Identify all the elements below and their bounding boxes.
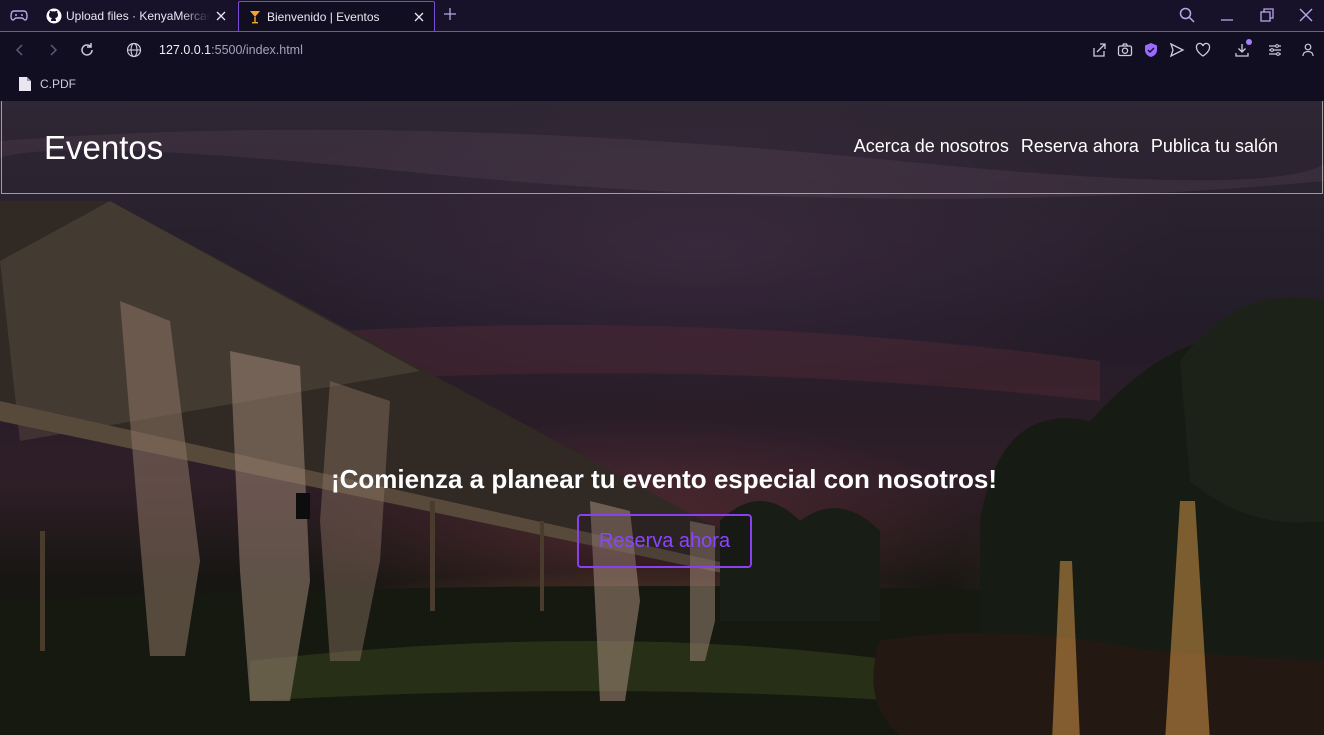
github-icon: [46, 8, 62, 24]
new-tab-icon[interactable]: [442, 6, 458, 22]
close-icon[interactable]: [214, 9, 228, 23]
bookmark-item[interactable]: C.PDF: [18, 76, 76, 92]
nav-link-reserva[interactable]: Reserva ahora: [1021, 136, 1139, 157]
search-tabs-icon[interactable]: [1178, 6, 1196, 24]
bookmarks-bar: C.PDF: [0, 69, 1324, 101]
document-icon: [19, 77, 31, 91]
nav-link-publica[interactable]: Publica tu salón: [1151, 136, 1278, 157]
cocktail-icon: [250, 10, 260, 23]
heart-icon[interactable]: [1195, 42, 1211, 58]
share-icon[interactable]: [1091, 42, 1107, 58]
reserve-now-button[interactable]: Reserva ahora: [577, 514, 752, 568]
forward-arrow-icon[interactable]: [45, 42, 61, 58]
bookmark-label: C.PDF: [40, 77, 76, 91]
browser-tab-bar: Upload files · KenyaMercado Bienvenido |…: [0, 0, 1324, 31]
settings-sliders-icon[interactable]: [1267, 42, 1283, 58]
back-arrow-icon[interactable]: [12, 42, 28, 58]
tab-upload-files[interactable]: Upload files · KenyaMercado: [38, 1, 236, 31]
address-bar[interactable]: 127.0.0.1:5500/index.html: [159, 43, 303, 57]
gamepad-icon[interactable]: [10, 7, 28, 23]
site-logo[interactable]: Eventos: [44, 129, 163, 167]
tab-bienvenido-eventos[interactable]: Bienvenido | Eventos: [238, 1, 435, 31]
site-header: Eventos Acerca de nosotros Reserva ahora…: [1, 101, 1323, 194]
restore-icon[interactable]: [1258, 6, 1276, 24]
vpn-shield-icon[interactable]: [1143, 42, 1159, 58]
site-nav: Acerca de nosotros Reserva ahora Publica…: [854, 136, 1278, 157]
tab-title: Bienvenido | Eventos: [267, 9, 380, 24]
web-page: Eventos Acerca de nosotros Reserva ahora…: [0, 101, 1324, 735]
download-badge: [1246, 39, 1252, 45]
hero-title: ¡Comienza a planear tu evento especial c…: [330, 464, 998, 494]
globe-icon[interactable]: [126, 42, 142, 58]
reload-icon[interactable]: [79, 42, 95, 58]
browser-toolbar: 127.0.0.1:5500/index.html: [0, 31, 1324, 69]
send-icon[interactable]: [1169, 42, 1185, 58]
url-path: :5500/index.html: [211, 43, 303, 57]
close-window-icon[interactable]: [1297, 6, 1315, 24]
nav-link-acerca[interactable]: Acerca de nosotros: [854, 136, 1009, 157]
background-dim-overlay: [0, 101, 1324, 735]
camera-icon[interactable]: [1117, 42, 1133, 58]
close-icon[interactable]: [412, 10, 426, 24]
url-host: 127.0.0.1: [159, 43, 212, 57]
tab-title: Upload files · KenyaMercado: [66, 9, 210, 23]
minimize-icon[interactable]: [1218, 6, 1236, 24]
profile-icon[interactable]: [1300, 42, 1316, 58]
